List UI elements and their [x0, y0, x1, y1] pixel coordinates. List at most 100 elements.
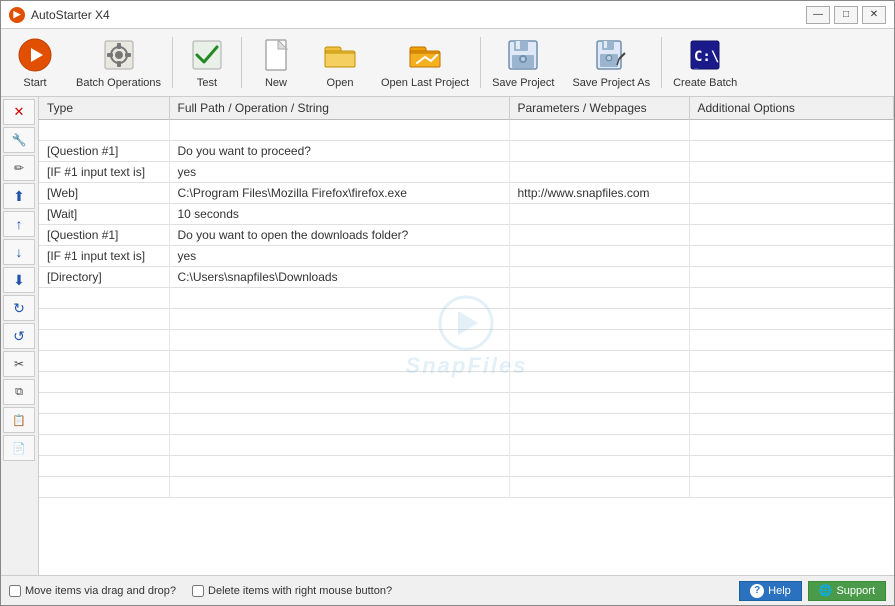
cell-full-11[interactable] — [169, 351, 509, 372]
cell-options-9[interactable] — [689, 309, 894, 330]
rotate-down-button[interactable]: ↺ — [3, 323, 35, 349]
support-button[interactable]: 🌐 Support — [808, 581, 886, 601]
copy-button[interactable]: ⧉ — [3, 379, 35, 405]
cell-type-2[interactable]: [IF #1 input text is] — [39, 162, 169, 183]
cell-full-0[interactable] — [169, 120, 509, 141]
cell-options-2[interactable] — [689, 162, 894, 183]
save-button[interactable]: Save Project — [483, 33, 563, 92]
open-button[interactable]: Open — [308, 33, 372, 92]
move-down-button[interactable]: ↓ — [3, 239, 35, 265]
cell-full-6[interactable]: yes — [169, 246, 509, 267]
paste2-button[interactable]: 📄 — [3, 435, 35, 461]
cell-type-5[interactable]: [Question #1] — [39, 225, 169, 246]
move-bottom-button[interactable]: ⬇ — [3, 267, 35, 293]
minimize-button[interactable]: — — [806, 6, 830, 24]
table-row[interactable]: [IF #1 input text is]yes — [39, 246, 894, 267]
table-row[interactable]: [Wait]10 seconds — [39, 204, 894, 225]
cell-params-8[interactable] — [509, 288, 689, 309]
test-button[interactable]: Test — [175, 33, 239, 92]
cell-type-13[interactable] — [39, 393, 169, 414]
cell-type-0[interactable] — [39, 120, 169, 141]
cell-full-2[interactable]: yes — [169, 162, 509, 183]
cell-full-7[interactable]: C:\Users\snapfiles\Downloads — [169, 267, 509, 288]
main-table[interactable]: Type Full Path / Operation / String Para… — [39, 97, 894, 498]
cell-params-0[interactable] — [509, 120, 689, 141]
cell-type-14[interactable] — [39, 414, 169, 435]
cell-options-10[interactable] — [689, 330, 894, 351]
delete-button[interactable]: ✕ — [3, 99, 35, 125]
table-area[interactable]: SnapFiles Type Full Path / Operation / S… — [39, 97, 894, 575]
cell-params-10[interactable] — [509, 330, 689, 351]
cell-options-15[interactable] — [689, 435, 894, 456]
cell-params-2[interactable] — [509, 162, 689, 183]
cell-params-15[interactable] — [509, 435, 689, 456]
new-button[interactable]: New — [244, 33, 308, 92]
cell-options-7[interactable] — [689, 267, 894, 288]
cell-options-17[interactable] — [689, 477, 894, 498]
cell-full-5[interactable]: Do you want to open the downloads folder… — [169, 225, 509, 246]
table-row[interactable] — [39, 120, 894, 141]
paste-button[interactable]: 📋 — [3, 407, 35, 433]
cell-params-9[interactable] — [509, 309, 689, 330]
cell-type-17[interactable] — [39, 477, 169, 498]
cell-full-17[interactable] — [169, 477, 509, 498]
cell-full-12[interactable] — [169, 372, 509, 393]
create-batch-button[interactable]: C:\ _ Create Batch — [664, 33, 746, 92]
cell-params-14[interactable] — [509, 414, 689, 435]
cell-params-13[interactable] — [509, 393, 689, 414]
cell-options-1[interactable] — [689, 141, 894, 162]
cell-params-16[interactable] — [509, 456, 689, 477]
cell-type-4[interactable]: [Wait] — [39, 204, 169, 225]
cell-type-12[interactable] — [39, 372, 169, 393]
table-row[interactable] — [39, 351, 894, 372]
cell-type-1[interactable]: [Question #1] — [39, 141, 169, 162]
cell-type-9[interactable] — [39, 309, 169, 330]
cell-params-11[interactable] — [509, 351, 689, 372]
table-row[interactable]: [Question #1]Do you want to open the dow… — [39, 225, 894, 246]
table-row[interactable]: [Question #1]Do you want to proceed? — [39, 141, 894, 162]
pencil-button[interactable]: ✏ — [3, 155, 35, 181]
table-row[interactable] — [39, 372, 894, 393]
cell-full-10[interactable] — [169, 330, 509, 351]
cell-type-10[interactable] — [39, 330, 169, 351]
table-row[interactable] — [39, 414, 894, 435]
table-row[interactable] — [39, 330, 894, 351]
cell-full-16[interactable] — [169, 456, 509, 477]
cell-params-4[interactable] — [509, 204, 689, 225]
table-row[interactable]: [Directory]C:\Users\snapfiles\Downloads — [39, 267, 894, 288]
cell-options-12[interactable] — [689, 372, 894, 393]
cell-params-17[interactable] — [509, 477, 689, 498]
cell-params-7[interactable] — [509, 267, 689, 288]
cell-options-11[interactable] — [689, 351, 894, 372]
cell-full-9[interactable] — [169, 309, 509, 330]
table-row[interactable]: [Web]C:\Program Files\Mozilla Firefox\fi… — [39, 183, 894, 204]
cell-full-4[interactable]: 10 seconds — [169, 204, 509, 225]
cell-options-5[interactable] — [689, 225, 894, 246]
cell-options-16[interactable] — [689, 456, 894, 477]
save-as-button[interactable]: Save Project As — [563, 33, 659, 92]
delete-checkbox[interactable] — [192, 585, 204, 597]
cell-options-6[interactable] — [689, 246, 894, 267]
edit-button[interactable]: 🔧 — [3, 127, 35, 153]
cell-options-3[interactable] — [689, 183, 894, 204]
cell-type-16[interactable] — [39, 456, 169, 477]
cell-params-5[interactable] — [509, 225, 689, 246]
table-row[interactable] — [39, 456, 894, 477]
cell-params-1[interactable] — [509, 141, 689, 162]
table-row[interactable]: [IF #1 input text is]yes — [39, 162, 894, 183]
cell-type-3[interactable]: [Web] — [39, 183, 169, 204]
maximize-button[interactable]: □ — [834, 6, 858, 24]
move-up-button[interactable]: ↑ — [3, 211, 35, 237]
cell-type-8[interactable] — [39, 288, 169, 309]
cell-options-13[interactable] — [689, 393, 894, 414]
drag-drop-checkbox[interactable] — [9, 585, 21, 597]
table-row[interactable] — [39, 288, 894, 309]
move-top-button[interactable]: ⬆ — [3, 183, 35, 209]
table-row[interactable] — [39, 309, 894, 330]
cell-options-4[interactable] — [689, 204, 894, 225]
cell-options-8[interactable] — [689, 288, 894, 309]
batch-operations-button[interactable]: Batch Operations — [67, 33, 170, 92]
cell-type-11[interactable] — [39, 351, 169, 372]
cell-type-6[interactable]: [IF #1 input text is] — [39, 246, 169, 267]
table-row[interactable] — [39, 477, 894, 498]
